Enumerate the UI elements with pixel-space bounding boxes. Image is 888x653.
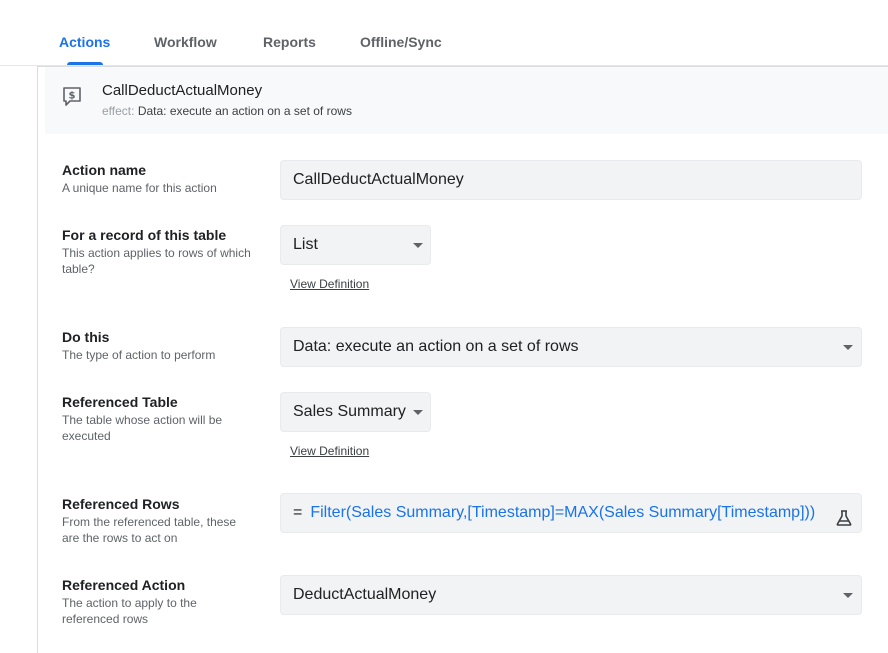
referenced-action-help: The action to apply to the referenced ro… [62, 596, 197, 626]
chevron-down-icon [843, 593, 853, 598]
do-this-value: Data: execute an action on a set of rows [293, 338, 579, 355]
effect-label: effect: [102, 104, 135, 118]
do-this-select[interactable]: Data: execute an action on a set of rows [280, 327, 862, 367]
referenced-rows-label: Referenced Rows [62, 496, 180, 512]
tab-workflow[interactable]: Workflow [154, 34, 217, 50]
referenced-rows-expression: Filter(Sales Summary,[Timestamp]=MAX(Sal… [310, 504, 816, 521]
action-name-help: A unique name for this action [62, 181, 217, 195]
referenced-rows-expression-field[interactable]: = Filter(Sales Summary,[Timestamp]=MAX(Sa… [280, 493, 862, 533]
action-header[interactable]: $ CallDeductActualMoney effect: Data: ex… [45, 67, 888, 134]
referenced-action-label: Referenced Action [62, 577, 186, 593]
referenced-table-view-definition-link[interactable]: View Definition [290, 444, 369, 458]
effect-value: Data: execute an action on a set of rows [137, 104, 352, 118]
referenced-rows-help: From the referenced table, these are the… [62, 515, 237, 545]
referenced-table-help: The table whose action will be executed [62, 413, 223, 443]
chevron-down-icon [413, 410, 423, 415]
chevron-down-icon [843, 345, 853, 350]
tab-actions[interactable]: Actions [59, 34, 110, 50]
action-name-input[interactable]: CallDeductActualMoney [280, 160, 862, 200]
referenced-table-value: Sales Summary [293, 403, 406, 420]
flask-icon[interactable] [835, 504, 853, 526]
referenced-action-value: DeductActualMoney [293, 586, 437, 603]
action-title: CallDeductActualMoney [102, 82, 263, 99]
for-record-view-definition-link[interactable]: View Definition [290, 277, 369, 291]
chevron-down-icon [413, 243, 423, 248]
for-record-label: For a record of this table [62, 227, 227, 243]
panel-left-border [37, 66, 45, 653]
expression-equals-sign: = [293, 504, 303, 521]
active-tab-indicator [67, 62, 103, 65]
svg-text:$: $ [69, 91, 76, 102]
referenced-table-select[interactable]: Sales Summary [280, 392, 431, 432]
tab-offline-sync[interactable]: Offline/Sync [360, 34, 442, 50]
tab-reports[interactable]: Reports [263, 34, 316, 50]
do-this-help: The type of action to perform [62, 348, 216, 362]
for-record-select[interactable]: List [280, 225, 431, 265]
dollar-chat-icon: $ [62, 86, 82, 108]
action-name-label: Action name [62, 162, 147, 178]
referenced-table-label: Referenced Table [62, 394, 178, 410]
action-effect: effect: Data: execute an action on a set… [102, 104, 352, 118]
referenced-action-select[interactable]: DeductActualMoney [280, 575, 862, 615]
do-this-label: Do this [62, 329, 110, 345]
tab-bar: Actions Workflow Reports Offline/Sync [0, 0, 888, 66]
for-record-value: List [293, 236, 318, 253]
for-record-help: This action applies to rows of which tab… [62, 246, 251, 276]
